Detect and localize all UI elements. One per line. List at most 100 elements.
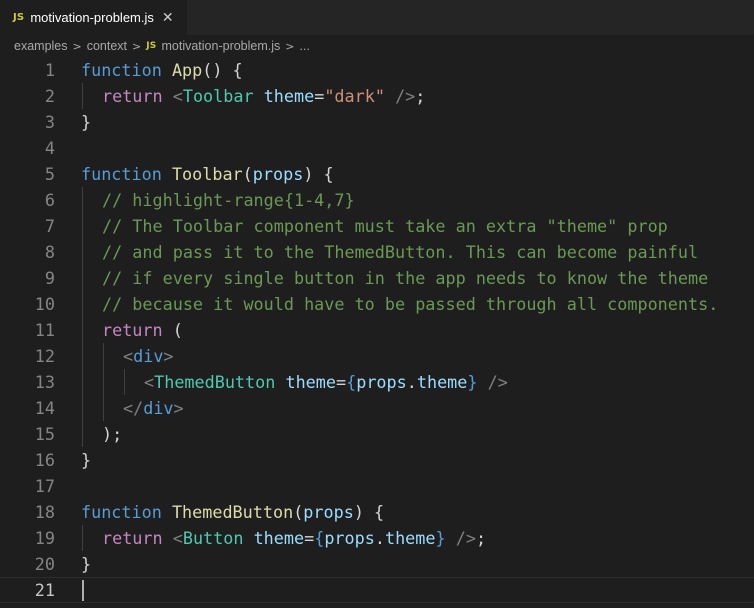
chevron-right-icon: > <box>72 39 82 53</box>
code-token: ; <box>475 528 487 548</box>
code-line[interactable]: 20} <box>0 551 754 577</box>
chevron-right-icon: > <box>132 39 142 53</box>
indent-guide <box>103 369 104 395</box>
code-token: function <box>81 60 162 80</box>
code-token: = <box>336 372 347 392</box>
text-cursor <box>82 580 84 601</box>
code-line[interactable]: 19 return <Button theme={props.theme} />; <box>0 525 754 551</box>
line-number: 10 <box>34 294 55 314</box>
code-line[interactable]: 7 // The Toolbar component must take an e… <box>0 213 754 239</box>
code-line[interactable]: 17 <box>0 473 754 499</box>
line-number: 1 <box>44 60 55 80</box>
code-text: } <box>81 551 91 577</box>
code-token: theme <box>384 528 436 548</box>
code-line[interactable]: 11 return ( <box>0 317 754 343</box>
code-editor[interactable]: 1 function App() {2 return <Toolbar theme=… <box>0 57 754 608</box>
code-text: return <Button theme={props.theme} />; <box>102 525 486 551</box>
code-token: . <box>406 372 417 392</box>
indent-guide <box>124 369 125 395</box>
code-text: </div> <box>123 395 184 421</box>
indent-guide <box>82 317 83 343</box>
tab-bar: JS motivation-problem.js ✕ <box>0 0 754 35</box>
code-token: Toolbar <box>182 86 254 106</box>
chevron-right-icon: > <box>285 39 295 53</box>
line-number: 19 <box>34 528 55 548</box>
code-token: { <box>314 528 325 548</box>
code-token: // and pass it to the ThemedButton. This… <box>102 242 699 262</box>
code-token: function <box>81 164 162 184</box>
code-token: function <box>81 502 162 522</box>
code-line[interactable]: 6 // highlight-range{1-4,7} <box>0 187 754 213</box>
code-text: <ThemedButton theme={props.theme} /> <box>144 369 508 395</box>
indent-guide <box>82 83 83 109</box>
breadcrumb-item-file[interactable]: motivation-problem.js <box>161 39 280 53</box>
code-text: // and pass it to the ThemedButton. This… <box>102 239 698 265</box>
code-token: App <box>171 60 203 80</box>
indent-guide <box>82 239 83 265</box>
code-line[interactable]: 12 <div> <box>0 343 754 369</box>
code-token: = <box>304 528 315 548</box>
code-token: theme <box>253 528 305 548</box>
breadcrumb-item-symbols[interactable]: ... <box>300 39 310 53</box>
code-token: ; <box>415 86 426 106</box>
line-number: 20 <box>34 554 55 574</box>
code-token: theme <box>416 372 468 392</box>
indent-guide <box>82 291 83 317</box>
line-number: 15 <box>34 424 55 444</box>
code-token: /> <box>455 528 476 548</box>
code-line[interactable]: 15); <box>0 421 754 447</box>
code-line[interactable]: 14 </div> <box>0 395 754 421</box>
code-line[interactable]: 18 function ThemedButton(props) { <box>0 499 754 525</box>
code-line[interactable]: 5 function Toolbar(props) { <box>0 161 754 187</box>
code-text: function App() { <box>81 57 243 83</box>
line-number: 13 <box>34 372 55 392</box>
code-token: props <box>252 164 304 184</box>
line-number: 4 <box>44 138 55 158</box>
code-text: <div> <box>123 343 174 369</box>
code-token: } <box>81 450 92 470</box>
code-text: } <box>81 447 91 473</box>
editor-tab-motivation-problem[interactable]: JS motivation-problem.js ✕ <box>0 0 187 35</box>
code-line[interactable]: 4 <box>0 135 754 161</box>
code-token: div <box>133 346 164 366</box>
code-line[interactable]: 21 <box>0 577 754 603</box>
code-token: div <box>143 398 174 418</box>
code-text: return <Toolbar theme="dark" />; <box>102 83 425 109</box>
code-line[interactable]: 13 <ThemedButton theme={props.theme} /> <box>0 369 754 395</box>
code-text: // The Toolbar component must take an ex… <box>102 213 668 239</box>
code-token: ThemedButton <box>171 502 294 522</box>
javascript-file-icon: JS <box>146 41 157 51</box>
code-token: < <box>123 346 134 366</box>
code-token: ) { <box>353 502 385 522</box>
indent-guide <box>103 395 104 421</box>
code-token: return <box>102 320 163 340</box>
breadcrumb-item-examples[interactable]: examples <box>14 39 68 53</box>
code-line[interactable]: 1 function App() { <box>0 57 754 83</box>
code-line[interactable]: 8 // and pass it to the ThemedButton. Thi… <box>0 239 754 265</box>
line-number: 21 <box>34 580 55 600</box>
code-token: > <box>163 346 174 366</box>
code-token: // highlight-range{1-4,7} <box>102 190 355 210</box>
code-text: // because it would have to be passed th… <box>102 291 718 317</box>
code-line[interactable]: 16} <box>0 447 754 473</box>
code-token: < <box>172 528 183 548</box>
indent-guide <box>82 213 83 239</box>
code-token: ) { <box>303 164 334 184</box>
breadcrumb-item-context[interactable]: context <box>87 39 127 53</box>
code-line[interactable]: 3} <box>0 109 754 135</box>
close-icon[interactable]: ✕ <box>162 11 174 25</box>
code-line[interactable]: 2 return <Toolbar theme="dark" />; <box>0 83 754 109</box>
code-token: Button <box>182 528 244 548</box>
code-line[interactable]: 9 // if every single button in the app ne… <box>0 265 754 291</box>
code-token: . <box>374 528 385 548</box>
code-token: ); <box>102 424 123 444</box>
code-line[interactable]: 10 // because it would have to be passed … <box>0 291 754 317</box>
code-token: } <box>435 528 446 548</box>
code-token: /> <box>395 86 416 106</box>
code-token: < <box>172 86 183 106</box>
